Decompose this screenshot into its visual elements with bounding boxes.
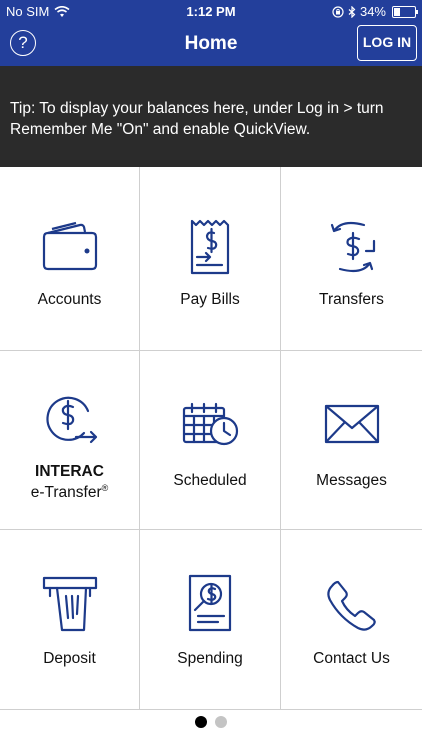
tile-label: Contact Us [313, 650, 390, 667]
spending-report-icon [188, 574, 232, 632]
tile-contact-us[interactable]: Contact Us [281, 530, 422, 710]
tile-accounts[interactable]: Accounts [0, 167, 140, 351]
tile-scheduled[interactable]: Scheduled [140, 351, 281, 530]
orientation-lock-icon [332, 5, 344, 18]
envelope-icon [324, 404, 379, 444]
bill-icon [190, 219, 230, 275]
tile-messages[interactable]: Messages [281, 351, 422, 530]
page-indicator [0, 716, 422, 728]
tile-label-interac: INTERAC e-Transfer® [0, 463, 139, 501]
battery-fill [394, 7, 401, 16]
status-right: 34% [332, 4, 418, 19]
tile-label: Deposit [43, 650, 96, 667]
page-dot-inactive[interactable] [215, 716, 227, 728]
etransfer-text: e-Transfer [30, 484, 102, 502]
battery-percent: 34% [359, 4, 386, 19]
bluetooth-icon [348, 5, 356, 18]
etransfer-icon [45, 396, 97, 444]
tile-label: Messages [316, 472, 387, 489]
tile-interac-etransfer[interactable]: INTERAC e-Transfer® [0, 351, 140, 530]
page-dot-active[interactable] [195, 716, 207, 728]
tile-spending[interactable]: Spending [140, 530, 281, 710]
tile-transfers[interactable]: Transfers [281, 167, 422, 351]
atm-deposit-icon [42, 576, 97, 632]
tile-label-line2: e-Transfer® [0, 480, 139, 501]
status-bar: No SIM 1:12 PM 34% [0, 0, 422, 22]
tile-label: Pay Bills [180, 291, 240, 308]
registered-mark: ® [101, 483, 109, 493]
tile-label: Spending [177, 650, 243, 667]
tile-label: Transfers [319, 291, 384, 308]
phone-icon [326, 580, 376, 631]
app-header: ? Home LOG IN [0, 22, 422, 66]
calendar-clock-icon [182, 402, 239, 446]
battery-tip [416, 9, 418, 14]
tile-deposit[interactable]: Deposit [0, 530, 140, 710]
home-tile-grid: Accounts Pay Bills Transfers INTERAC e-T… [0, 167, 422, 710]
tile-label: Scheduled [173, 472, 247, 489]
wallet-icon [42, 221, 97, 271]
tip-banner: Tip: To display your balances here, unde… [0, 66, 422, 167]
tile-label-line1: INTERAC [35, 463, 104, 480]
battery-icon [392, 5, 418, 18]
transfer-icon [330, 221, 375, 273]
login-button[interactable]: LOG IN [357, 25, 417, 61]
tile-pay-bills[interactable]: Pay Bills [140, 167, 281, 351]
tile-label: Accounts [37, 291, 102, 308]
